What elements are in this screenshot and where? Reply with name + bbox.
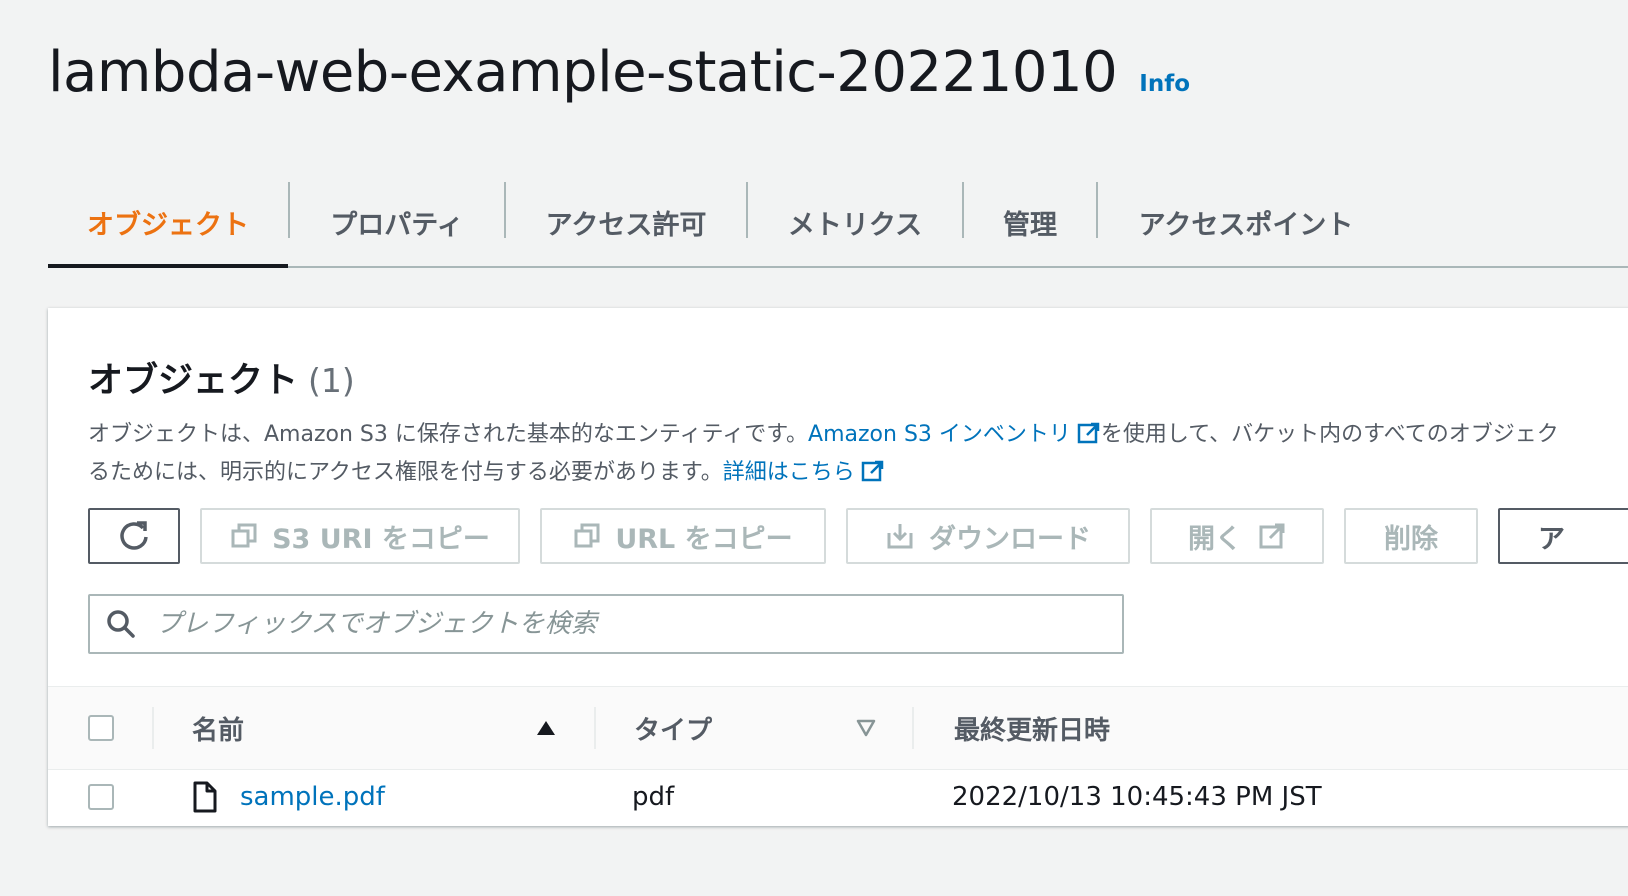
type-cell: pdf	[632, 782, 675, 812]
panel-header: オブジェクト (1)	[88, 352, 355, 403]
column-header-last-modified[interactable]: 最終更新日時	[954, 687, 1110, 769]
object-name-link[interactable]: sample.pdf	[240, 782, 385, 812]
object-count: (1)	[308, 361, 355, 400]
tab-management[interactable]: 管理	[964, 178, 1096, 266]
search-box[interactable]	[88, 594, 1124, 654]
tab-metrics[interactable]: メトリクス	[748, 178, 962, 266]
tab-bar: オブジェクト プロパティ アクセス許可 メトリクス 管理 アクセスポイント	[48, 178, 1628, 268]
panel-description: オブジェクトは、Amazon S3 に保存された基本的なエンティティです。Ama…	[88, 416, 1628, 492]
column-divider	[912, 707, 914, 749]
search-icon	[107, 610, 135, 638]
page-header: lambda-web-example-static-20221010 Info	[48, 40, 1190, 105]
table-row: sample.pdf pdf 2022/10/13 10:45:43 PM JS…	[48, 768, 1628, 826]
external-link-icon	[861, 460, 883, 482]
description-text: オブジェクトは、Amazon S3 に保存された基本的なエンティティです。	[88, 422, 809, 447]
external-link-icon	[1259, 523, 1285, 549]
actions-label: ア	[1538, 523, 1565, 555]
delete-button[interactable]: 削除	[1344, 508, 1478, 564]
description-text: を使用して、バケット内のすべてのオブジェク	[1100, 422, 1559, 447]
external-link-icon	[1077, 422, 1100, 444]
details-link-label: 詳細はこちら	[722, 460, 855, 485]
copy-url-label: URL をコピー	[615, 523, 793, 555]
page-title: lambda-web-example-static-20221010	[48, 40, 1118, 105]
download-button[interactable]: ダウンロード	[846, 508, 1130, 564]
download-icon	[887, 524, 913, 549]
panel-title: オブジェクト	[88, 361, 299, 401]
inventory-link[interactable]: Amazon S3 インベントリ	[808, 422, 1101, 447]
column-divider	[152, 707, 154, 749]
open-button[interactable]: 開く	[1150, 508, 1324, 564]
column-header-type[interactable]: タイプ	[634, 687, 712, 769]
inventory-link-label: Amazon S3 インベントリ	[808, 422, 1071, 447]
tab-access-points[interactable]: アクセスポイント	[1098, 178, 1394, 266]
name-cell: sample.pdf	[192, 768, 385, 826]
info-link[interactable]: Info	[1139, 71, 1190, 97]
description-text: るためには、明示的にアクセス権限を付与する必要があります。	[88, 460, 723, 485]
objects-panel: オブジェクト (1) オブジェクトは、Amazon S3 に保存された基本的なエン…	[48, 308, 1628, 826]
tab-objects[interactable]: オブジェクト	[48, 178, 288, 268]
actions-button[interactable]: ア	[1498, 508, 1628, 564]
file-icon	[193, 781, 217, 813]
download-label: ダウンロード	[929, 523, 1091, 555]
copy-s3-uri-label: S3 URI をコピー	[272, 523, 490, 555]
row-checkbox[interactable]	[88, 784, 114, 810]
search-input[interactable]	[154, 608, 1058, 640]
column-divider	[594, 707, 596, 749]
select-all-checkbox[interactable]	[88, 715, 114, 741]
table-header: 名前 タイプ 最終更新日時	[48, 686, 1628, 770]
sort-descending-icon[interactable]	[856, 719, 876, 737]
details-link[interactable]: 詳細はこちら	[723, 460, 885, 485]
sort-ascending-icon[interactable]	[536, 719, 556, 737]
tab-properties[interactable]: プロパティ	[290, 178, 504, 266]
copy-s3-uri-button[interactable]: S3 URI をコピー	[200, 508, 520, 564]
refresh-button[interactable]	[88, 508, 180, 564]
copy-icon	[574, 523, 600, 548]
copy-url-button[interactable]: URL をコピー	[540, 508, 826, 564]
column-header-name[interactable]: 名前	[192, 687, 244, 769]
open-label: 開く	[1188, 523, 1242, 555]
last-modified-cell: 2022/10/13 10:45:43 PM JST	[952, 782, 1322, 812]
refresh-icon	[120, 521, 148, 550]
tab-permissions[interactable]: アクセス許可	[506, 178, 746, 266]
delete-label: 削除	[1384, 523, 1438, 555]
copy-icon	[231, 523, 257, 548]
